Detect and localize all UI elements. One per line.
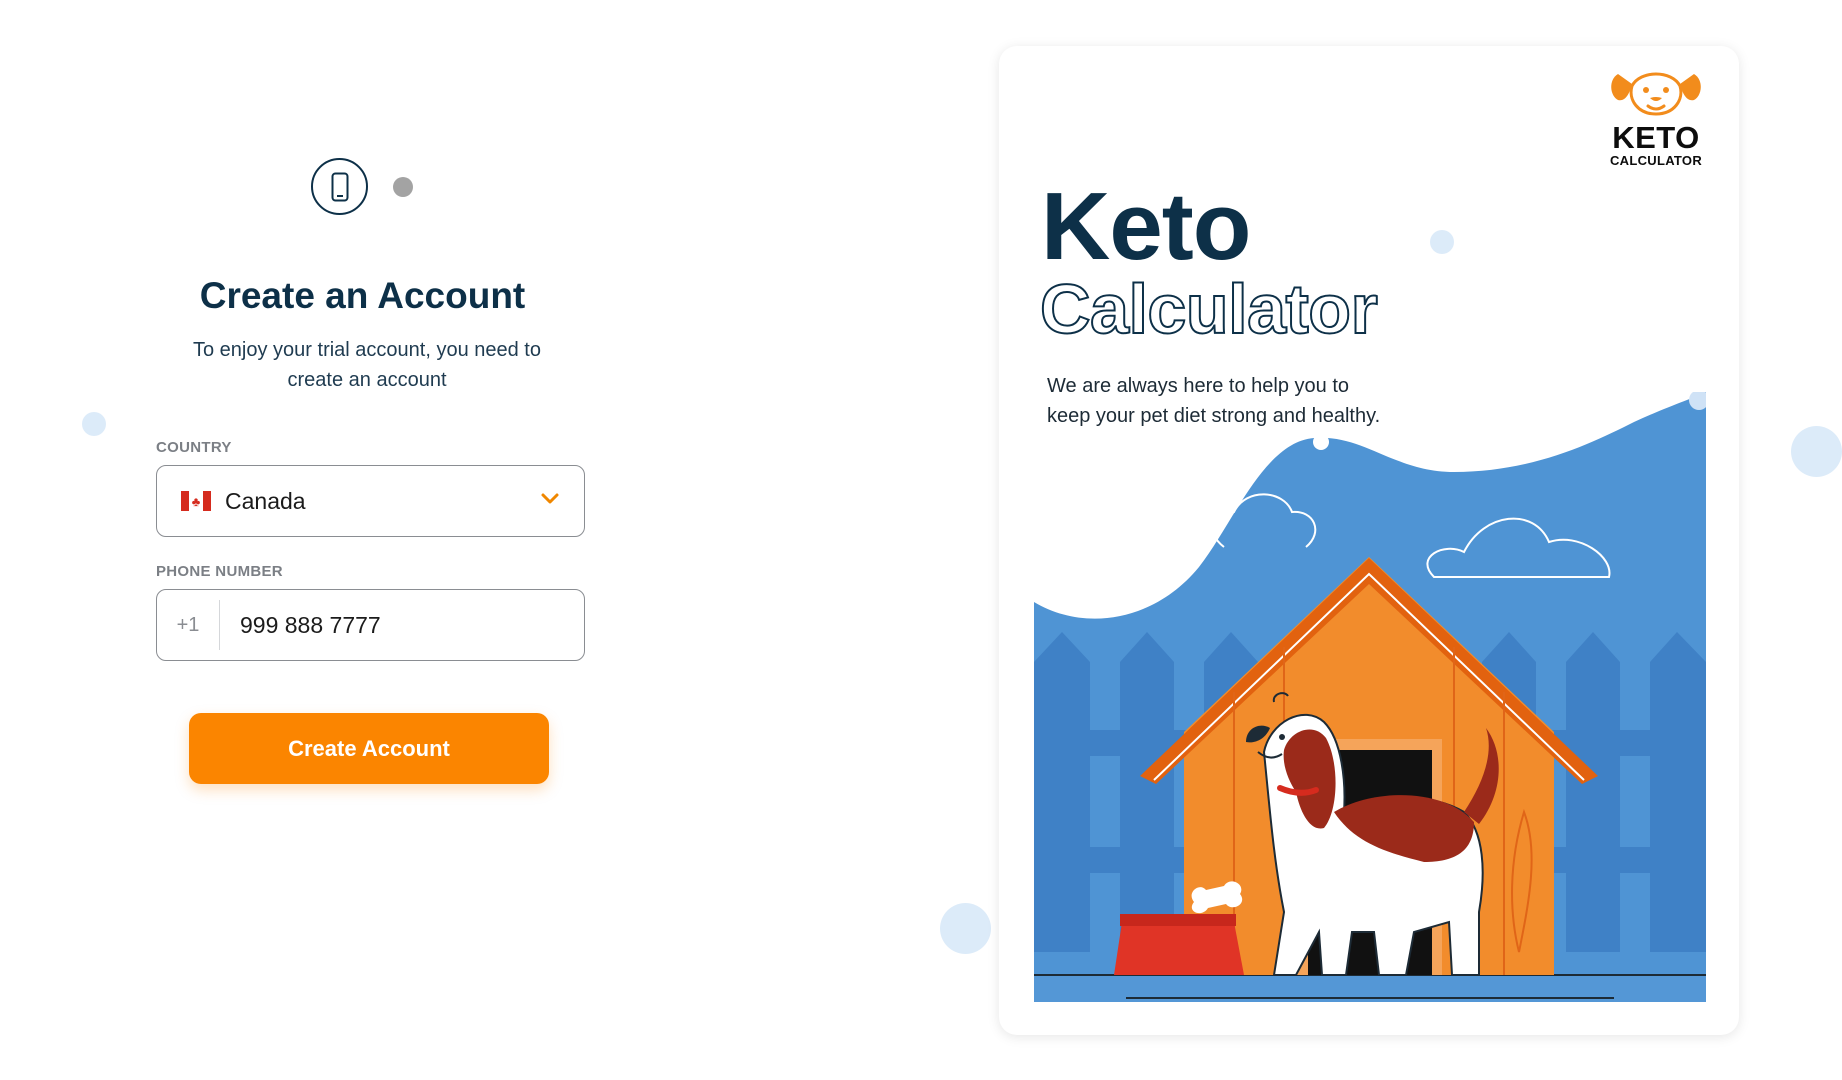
page-subtitle: To enjoy your trial account, you need to… <box>193 339 541 391</box>
promo-card: KETO CALCULATOR Keto Calculator We are a… <box>999 46 1739 1035</box>
create-account-button[interactable]: Create Account <box>189 713 549 784</box>
decorative-dot <box>940 903 991 954</box>
smartphone-icon <box>331 172 348 201</box>
logo-subtitle: CALCULATOR <box>1609 153 1703 168</box>
logo-name: KETO <box>1612 120 1700 155</box>
hero-title: Keto <box>1041 173 1251 280</box>
country-select[interactable]: ♣ Canada <box>156 465 585 537</box>
phone-number-input[interactable] <box>220 594 572 656</box>
step-next-dot <box>393 176 413 197</box>
decorative-dot <box>1791 426 1842 477</box>
canada-flag-icon: ♣ <box>181 491 211 511</box>
country-value: Canada <box>225 487 306 514</box>
country-label: COUNTRY <box>156 439 232 456</box>
phone-number-field: +1 <box>156 589 585 661</box>
page-title: Create an Account <box>199 275 526 316</box>
step-current <box>311 158 368 215</box>
hero-title-outline: Calculator <box>1039 270 1379 348</box>
chevron-down-icon <box>541 493 559 504</box>
dog-face-logo-icon <box>1611 72 1701 116</box>
decorative-dot <box>1430 230 1454 254</box>
country-code-prefix: +1 <box>157 600 220 650</box>
dog-house-illustration <box>1034 392 1706 1002</box>
phone-number-label: PHONE NUMBER <box>156 563 283 580</box>
step-indicator <box>311 158 413 215</box>
decorative-dot <box>82 412 106 436</box>
keto-calculator-logo: KETO CALCULATOR <box>1601 66 1711 168</box>
